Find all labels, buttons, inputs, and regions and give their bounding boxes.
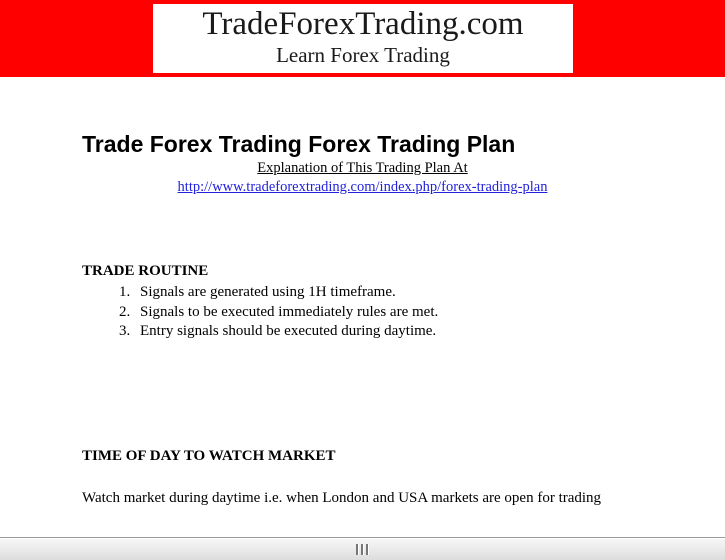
section-heading-time-of-day: TIME OF DAY TO WATCH MARKET: [82, 448, 336, 465]
explanation-label: Explanation of This Trading Plan At: [257, 160, 468, 176]
section-heading-trade-routine: TRADE ROUTINE: [82, 263, 209, 280]
page-title: Trade Forex Trading Forex Trading Plan: [82, 131, 516, 158]
list-item: Signals are generated using 1H timeframe…: [134, 283, 438, 303]
site-header-banner: TradeForexTrading.com Learn Forex Tradin…: [0, 0, 725, 77]
explanation-url-link[interactable]: http://www.tradeforextrading.com/index.p…: [0, 178, 725, 197]
grip-line: [366, 544, 369, 555]
site-logo: TradeForexTrading.com Learn Forex Tradin…: [153, 4, 573, 73]
explanation-block: Explanation of This Trading Plan At http…: [0, 159, 725, 197]
grip-line: [361, 544, 364, 555]
document-body: Trade Forex Trading Forex Trading Plan E…: [0, 77, 725, 537]
splitter-grip-icon[interactable]: [354, 544, 372, 556]
grip-line: [356, 544, 359, 555]
time-of-day-paragraph: Watch market during daytime i.e. when Lo…: [82, 490, 602, 506]
horizontal-splitter[interactable]: [0, 538, 725, 560]
logo-tagline-text: Learn Forex Trading: [276, 43, 450, 67]
list-item: Entry signals should be executed during …: [134, 322, 438, 342]
trade-routine-list: Signals are generated using 1H timeframe…: [104, 283, 438, 342]
list-item: Signals to be executed immediately rules…: [134, 303, 438, 323]
logo-brand-text: TradeForexTrading.com: [202, 6, 524, 42]
document-viewport: TradeForexTrading.com Learn Forex Tradin…: [0, 0, 725, 537]
